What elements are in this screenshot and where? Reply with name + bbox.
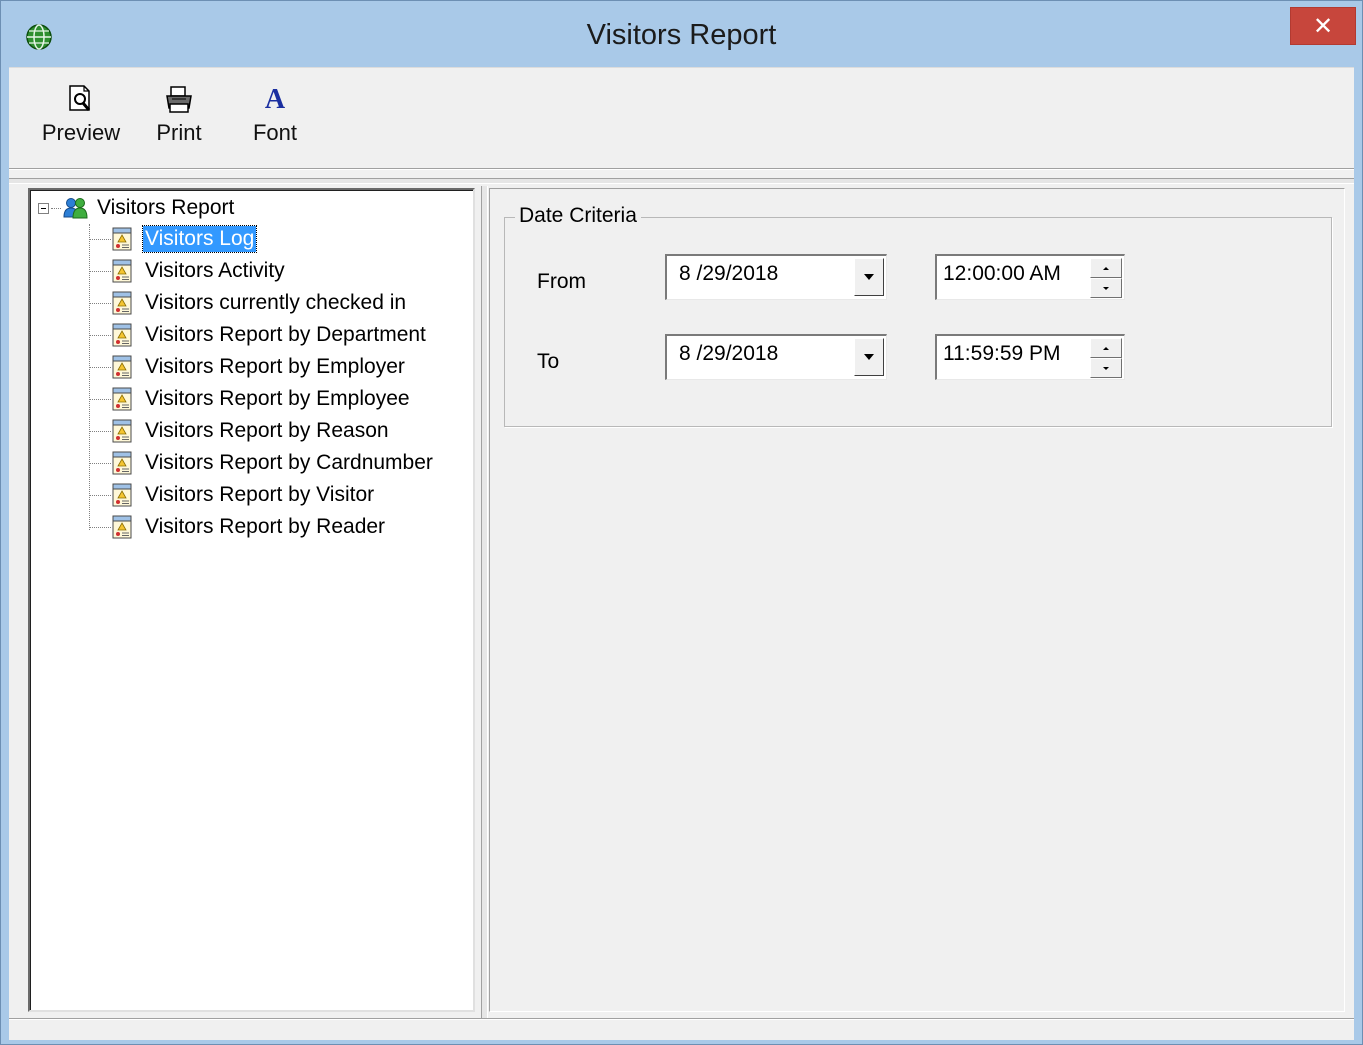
tree-root-visitors-report[interactable]: Visitors Report bbox=[38, 194, 234, 222]
tree-root-label: Visitors Report bbox=[97, 196, 235, 219]
tree-item[interactable]: Visitors Report by Cardnumber bbox=[89, 448, 435, 478]
report-icon bbox=[112, 355, 132, 379]
font-icon: A bbox=[264, 84, 286, 115]
report-icon bbox=[112, 451, 132, 475]
close-button[interactable]: ✕ bbox=[1290, 7, 1356, 45]
to-time-field[interactable]: 11:59:59 PM bbox=[935, 334, 1125, 380]
from-date-value: 8 /29/2018 bbox=[679, 262, 779, 285]
tree-item[interactable]: Visitors currently checked in bbox=[89, 288, 408, 318]
to-date-dropdown-button[interactable] bbox=[854, 338, 884, 376]
tree-item-label: Visitors Report by Visitor bbox=[145, 483, 375, 506]
window-title: Visitors Report bbox=[586, 19, 777, 51]
tree-item-label: Visitors Activity bbox=[145, 259, 285, 282]
tree-item-label: Visitors Report by Department bbox=[145, 323, 426, 346]
status-bar bbox=[9, 1018, 1354, 1040]
to-time-up-button[interactable] bbox=[1090, 338, 1122, 358]
tree-item-label: Visitors Report by Employee bbox=[145, 387, 410, 410]
tree-item[interactable]: Visitors Report by Visitor bbox=[89, 480, 376, 510]
to-time-down-button[interactable] bbox=[1090, 358, 1122, 378]
tree-item[interactable]: Visitors Report by Department bbox=[89, 320, 428, 350]
font-button[interactable]: A Font bbox=[245, 78, 305, 160]
criteria-panel: Date Criteria From 8 /29/2018 12:00:00 A… bbox=[489, 188, 1345, 1012]
tree-item[interactable]: Visitors Report by Reader bbox=[89, 512, 387, 542]
report-tree[interactable]: Visitors Report Visitors Log Visitors Act… bbox=[28, 188, 475, 1012]
report-icon bbox=[112, 387, 132, 411]
preview-label: Preview bbox=[41, 120, 121, 145]
tree-item[interactable]: Visitors Report by Reason bbox=[89, 416, 391, 446]
tree-item[interactable]: Visitors Report by Employer bbox=[89, 352, 407, 382]
close-icon: ✕ bbox=[1312, 12, 1334, 40]
visitors-report-window: Visitors Report ✕ Preview Print A Font V… bbox=[0, 0, 1363, 1045]
report-icon bbox=[112, 515, 132, 539]
tree-item-label: Visitors currently checked in bbox=[145, 291, 407, 314]
from-time-value: 12:00:00 AM bbox=[943, 262, 1061, 285]
print-label: Print bbox=[156, 120, 202, 145]
report-icon bbox=[112, 227, 132, 251]
to-time-spinner bbox=[1090, 338, 1122, 378]
tree-item[interactable]: Visitors Report by Employee bbox=[89, 384, 412, 414]
preview-icon bbox=[69, 85, 91, 111]
print-button[interactable]: Print bbox=[148, 78, 210, 160]
toolbar-separator bbox=[9, 178, 1354, 184]
date-criteria-title: Date Criteria bbox=[515, 204, 641, 228]
from-time-down-button[interactable] bbox=[1090, 278, 1122, 298]
to-time-value: 11:59:59 PM bbox=[943, 342, 1061, 365]
tree-item-label: Visitors Report by Cardnumber bbox=[145, 451, 433, 474]
people-icon bbox=[63, 198, 88, 219]
from-date-dropdown-button[interactable] bbox=[854, 258, 884, 296]
preview-button[interactable]: Preview bbox=[38, 78, 124, 160]
to-date-picker[interactable]: 8 /29/2018 bbox=[665, 334, 887, 380]
tree-item[interactable]: Visitors Log bbox=[89, 224, 258, 254]
tree-item-label: Visitors Log bbox=[141, 225, 258, 253]
to-date-value: 8 /29/2018 bbox=[679, 342, 779, 365]
report-icon bbox=[112, 483, 132, 507]
report-icon bbox=[112, 259, 132, 283]
collapse-icon[interactable] bbox=[38, 202, 49, 214]
from-time-up-button[interactable] bbox=[1090, 258, 1122, 278]
report-icon bbox=[112, 419, 132, 443]
tree-item-label: Visitors Report by Reason bbox=[145, 419, 389, 442]
printer-icon bbox=[166, 86, 192, 113]
client-area: Preview Print A Font Visitors Report Vis… bbox=[9, 67, 1354, 1040]
from-time-spinner bbox=[1090, 258, 1122, 298]
from-time-field[interactable]: 12:00:00 AM bbox=[935, 254, 1125, 300]
to-label: To bbox=[537, 350, 560, 373]
tree-item-label: Visitors Report by Employer bbox=[145, 355, 405, 378]
report-icon bbox=[112, 323, 132, 347]
from-label: From bbox=[537, 270, 586, 293]
toolbar: Preview Print A Font bbox=[9, 68, 1354, 169]
from-date-picker[interactable]: 8 /29/2018 bbox=[665, 254, 887, 300]
date-criteria-group: Date Criteria From 8 /29/2018 12:00:00 A… bbox=[504, 204, 1332, 427]
tree-item-label: Visitors Report by Reader bbox=[145, 515, 386, 538]
splitter[interactable] bbox=[481, 186, 488, 1018]
title-bar[interactable]: Visitors Report ✕ bbox=[1, 1, 1362, 67]
report-icon bbox=[112, 291, 132, 315]
tree-item[interactable]: Visitors Activity bbox=[89, 256, 287, 286]
font-label: Font bbox=[252, 120, 298, 145]
